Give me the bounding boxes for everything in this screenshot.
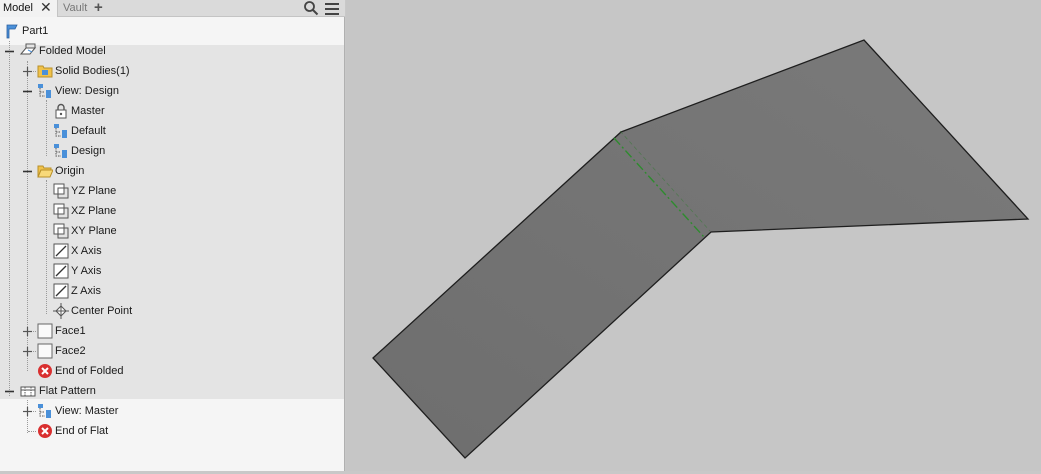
end-of-part-icon [38, 424, 52, 438]
work-point-icon [53, 303, 69, 319]
search-icon[interactable] [303, 0, 319, 16]
tree-item-label: Z Axis [71, 285, 101, 297]
view-rep-icon [54, 144, 67, 158]
folder-icon [37, 65, 53, 78]
work-plane-icon [53, 183, 69, 199]
tree-item-label: YZ Plane [71, 185, 117, 197]
tree-item-label: Face1 [55, 325, 86, 337]
face-feature-icon [37, 323, 53, 339]
tree-connector [27, 400, 28, 433]
tree-item-label: Origin [55, 165, 85, 177]
tree-item-label: View: Master [55, 405, 119, 417]
collapse-icon[interactable] [23, 87, 32, 96]
tree-item-label: End of Flat [55, 425, 109, 437]
work-plane-icon [53, 203, 69, 219]
view-rep-icon [54, 124, 67, 138]
view-rep-icon [38, 404, 51, 418]
face-feature-icon [37, 343, 53, 359]
browser-tab-bar: Model ✕ Vault + [0, 0, 345, 17]
tab-model[interactable]: Model ✕ [0, 0, 58, 17]
model-tree: Part1 Folded Model Solid Bodies(1) View:… [0, 18, 344, 471]
folded-part-face[interactable] [372, 39, 1030, 459]
tree-item-label: Center Point [71, 305, 133, 317]
tree-item-label: Solid Bodies(1) [55, 65, 130, 77]
model-canvas[interactable] [346, 0, 1041, 471]
hamburger-menu-icon[interactable] [325, 2, 339, 16]
tree-connector [9, 41, 10, 396]
tree-item-label: Default [71, 125, 106, 137]
flat-pattern-icon [20, 386, 36, 397]
work-axis-icon [53, 263, 69, 279]
end-of-part-icon [38, 364, 52, 378]
work-plane-icon [53, 223, 69, 239]
tree-connector [28, 431, 36, 432]
view-rep-icon [38, 84, 51, 98]
tab-vault-label: Vault [63, 2, 88, 14]
add-tab-icon[interactable]: + [94, 0, 103, 16]
tab-vault[interactable]: Vault [63, 0, 87, 17]
tree-item-label: Part1 [22, 25, 49, 37]
tree-item-label: End of Folded [55, 365, 124, 377]
tree-item-label: Flat Pattern [39, 385, 96, 397]
lock-icon [55, 103, 67, 119]
tab-model-label: Model [3, 2, 33, 14]
collapse-icon[interactable] [23, 167, 32, 176]
tree-item-label: Y Axis [71, 265, 102, 277]
3d-viewport[interactable] [346, 0, 1041, 471]
tree-item-label: Face2 [55, 345, 86, 357]
tree-item-label: Master [71, 105, 105, 117]
tree-item-label: Folded Model [39, 45, 106, 57]
model-browser-panel: Model ✕ Vault + Part1 Folded Model Solid… [0, 0, 345, 471]
expand-icon[interactable] [23, 347, 32, 356]
close-icon[interactable]: ✕ [40, 0, 52, 15]
tree-connector [46, 180, 47, 314]
collapse-icon[interactable] [5, 47, 14, 56]
expand-icon[interactable] [23, 327, 32, 336]
work-axis-icon [53, 243, 69, 259]
tree-item-label: View: Design [55, 85, 119, 97]
tree-item-label: XZ Plane [71, 205, 117, 217]
expand-icon[interactable] [23, 407, 32, 416]
work-axis-icon [53, 283, 69, 299]
open-folder-icon [37, 165, 53, 178]
tree-connector [46, 100, 47, 156]
expand-icon[interactable] [23, 67, 32, 76]
collapse-icon[interactable] [5, 387, 14, 396]
tree-item-label: X Axis [71, 245, 102, 257]
tree-item-label: XY Plane [71, 225, 117, 237]
folded-model-icon [20, 43, 36, 55]
tree-connector [27, 61, 28, 371]
part-icon [6, 24, 18, 39]
tree-item-label: Design [71, 145, 106, 157]
